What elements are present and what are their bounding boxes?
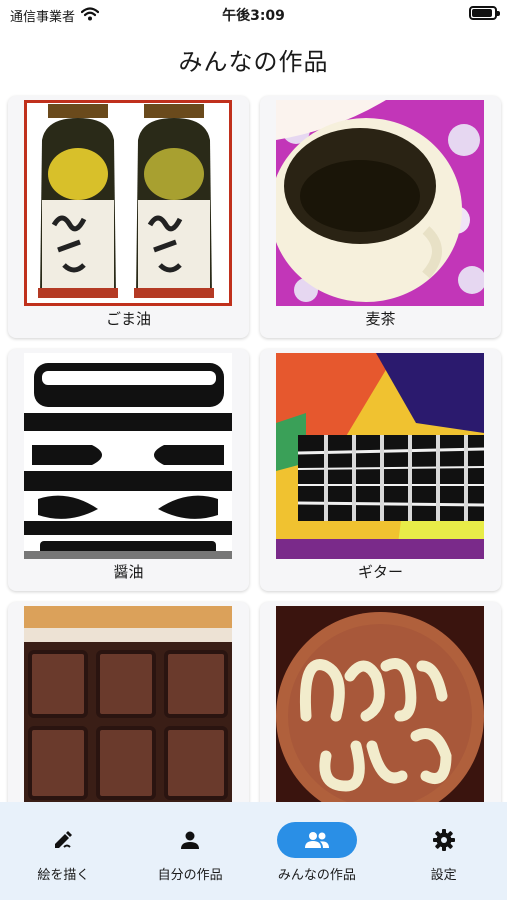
artwork-image: [24, 100, 232, 306]
status-bar: 通信事業者 午後3:09: [0, 0, 507, 30]
artwork-card[interactable]: ごま油: [8, 96, 249, 338]
page-title: みんなの作品: [178, 48, 329, 76]
battery-icon: [469, 6, 500, 20]
tab-label: 自分の作品: [157, 868, 223, 883]
artwork-title: ギター: [357, 563, 403, 581]
tab-label: 設定: [430, 868, 457, 883]
person-icon: [150, 822, 230, 858]
tab-everyones-works[interactable]: みんなの作品: [254, 802, 381, 900]
artwork-card[interactable]: 麦茶: [260, 96, 501, 338]
artwork-card[interactable]: 醤油: [8, 349, 249, 591]
draw-icon: [23, 822, 103, 858]
tab-draw[interactable]: 絵を描く: [0, 802, 127, 900]
tab-label: みんなの作品: [277, 868, 356, 883]
artwork-image: [276, 353, 484, 559]
artwork-title: ごま油: [105, 310, 151, 328]
artwork-image: [24, 353, 232, 559]
artwork-title: 醤油: [113, 563, 144, 581]
artwork-image: [276, 606, 484, 812]
artwork-title: 麦茶: [365, 310, 396, 328]
artwork-gallery: ごま油 麦茶 醤油 ギター: [8, 96, 501, 844]
artwork-card[interactable]: ギター: [260, 349, 501, 591]
battery-level-fill: [472, 9, 492, 17]
tab-settings[interactable]: 設定: [380, 802, 507, 900]
group-icon: [276, 822, 357, 858]
artwork-image: [276, 100, 484, 306]
status-time: 午後3:09: [222, 8, 285, 24]
gear-icon: [404, 822, 484, 858]
tab-my-works[interactable]: 自分の作品: [127, 802, 254, 900]
bottom-tab-bar: 絵を描く 自分の作品 みんなの作品 設定: [0, 802, 507, 900]
tab-label: 絵を描く: [37, 868, 90, 883]
artwork-image: [24, 606, 232, 812]
